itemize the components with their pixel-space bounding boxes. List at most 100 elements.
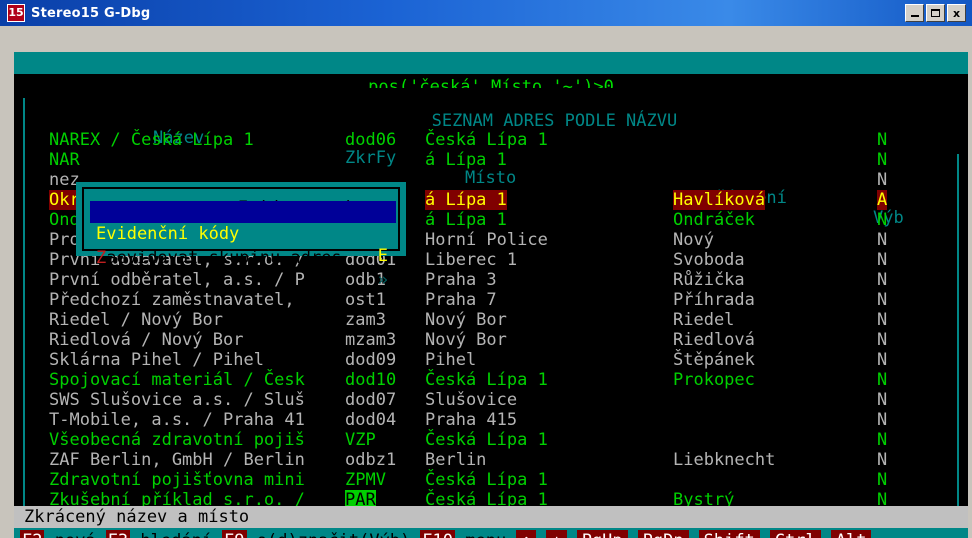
- cell-misto: Nový Bor: [425, 330, 507, 350]
- cell-nazev: Všeobecná zdravotní pojiš: [49, 430, 305, 450]
- key-label: -nová: [44, 531, 95, 538]
- menu-item-zaevidovat-skupinu-adres[interactable]: Zaevidovat skupinu adres »: [90, 225, 396, 290]
- cell-misto: á Lípa 1: [425, 210, 507, 230]
- table-row[interactable]: NAR á Lípa 1 N: [25, 150, 957, 170]
- cell-vyb: A: [877, 190, 888, 210]
- table-row[interactable]: Spojovací materiál / Česk dod10 Česká Lípa…: [25, 370, 957, 390]
- cell-vyb: N: [877, 450, 888, 470]
- table-row[interactable]: T-Mobile, a.s. / Praha 41 dod04 Praha 415 N: [25, 410, 957, 430]
- cell-nazev: NAR: [49, 150, 80, 170]
- cell-nazev: Spojovací materiál / Česk: [49, 370, 305, 390]
- cell-zkrfy: VZP: [345, 430, 376, 450]
- cell-zkrfy: odbz1: [345, 450, 397, 470]
- cell-misto: Praha 3: [425, 270, 497, 290]
- window-controls: x: [905, 4, 966, 22]
- cell-misto: Horní Police: [425, 230, 548, 250]
- cell-zkrfy: dod10: [345, 370, 397, 390]
- window-title: Stereo15 G-Dbg: [31, 5, 151, 21]
- key-badge-PgUp[interactable]: PgUp: [576, 530, 628, 538]
- menu-item-evidencni-kody[interactable]: Evidenční kódy E: [90, 201, 396, 266]
- app-icon: 15: [7, 4, 25, 22]
- table-row[interactable]: NAREX / Česká Lípa 1 dod06 Česká Lípa 1 N: [25, 130, 957, 150]
- cell-vyb: N: [877, 430, 888, 450]
- screen-header: 28 ADRESY - Speciality 07.02.2007: [14, 52, 968, 139]
- cell-prijmeni: Liebknecht: [673, 450, 776, 470]
- cell-nazev: NAREX / Česká Lípa 1: [49, 130, 254, 150]
- table-row[interactable]: SWS Slušovice a.s. / Sluš dod07 Slušovice N: [25, 390, 957, 410]
- menu-item-label: Zaevidovat skupinu adres: [96, 247, 342, 269]
- cell-misto: Liberec 1: [425, 250, 518, 270]
- table-row[interactable]: Zdravotní pojišťovna mini ZPMV Česká Lípa …: [25, 470, 957, 490]
- cell-nazev: Sklárna Pihel / Pihel: [49, 350, 264, 370]
- application-window: 15 Stereo15 G-Dbg x 28 ADRESY - Speciali…: [0, 0, 972, 538]
- cell-misto: Berlin: [425, 450, 487, 470]
- console-frame: 28 ADRESY - Speciality 07.02.2007 pos('č…: [14, 52, 968, 538]
- cell-vyb: N: [877, 470, 888, 490]
- maximize-icon: [931, 9, 940, 17]
- cell-prijmeni: Nový: [673, 230, 714, 250]
- minimize-button[interactable]: [905, 4, 924, 22]
- key-label: -o(d)značit(Výb): [247, 531, 411, 538]
- key-badge: F10: [420, 530, 456, 538]
- key-badge: F2: [20, 530, 45, 538]
- cell-misto: Pihel: [425, 350, 477, 370]
- list-column-headers: Název ZkrFy Místo Příjmení Výb: [25, 108, 957, 228]
- window-titlebar: 15 Stereo15 G-Dbg x: [0, 0, 972, 26]
- key-badge-[interactable]: ↓: [546, 530, 567, 538]
- key-badge-Shift[interactable]: Shift: [698, 530, 760, 538]
- cell-prijmeni: Ondráček: [673, 210, 755, 230]
- cell-zkrfy: dod04: [345, 410, 397, 430]
- cell-zkrfy: ZPMV: [345, 470, 386, 490]
- key-badge-Alt[interactable]: Alt: [830, 530, 872, 538]
- function-key-f9[interactable]: F9-o(d)značit(Výb): [222, 530, 410, 538]
- cell-vyb: N: [877, 250, 888, 270]
- key-badge-[interactable]: ↑: [516, 530, 537, 538]
- close-button[interactable]: x: [947, 4, 966, 22]
- table-row[interactable]: Sklárna Pihel / Pihel dod09 Pihel Štěpánek N: [25, 350, 957, 370]
- cell-vyb: N: [877, 170, 888, 190]
- table-row[interactable]: Všeobecná zdravotní pojiš VZP Česká Lípa 1…: [25, 430, 957, 450]
- cell-misto: á Lípa 1: [425, 190, 507, 210]
- function-key-f3[interactable]: F3-hledání: [105, 530, 212, 538]
- table-row[interactable]: Riedel / Nový Bor zam3 Nový Bor Riedel N: [25, 310, 957, 330]
- cell-nazev: Riedlová / Nový Bor: [49, 330, 244, 350]
- cell-misto: á Lípa 1: [425, 150, 507, 170]
- menu-item-label-rest: aevidovat skupinu adres: [106, 248, 342, 268]
- cell-zkrfy: dod06: [345, 130, 397, 150]
- status-hint-bar: Zkrácený název a místo: [14, 506, 968, 528]
- cell-prijmeni: Příhrada: [673, 290, 755, 310]
- cell-zkrfy: ost1: [345, 290, 386, 310]
- key-badge-Ctrl[interactable]: Ctrl: [769, 530, 821, 538]
- cell-vyb: N: [877, 210, 888, 230]
- console-screen: 28 ADRESY - Speciality 07.02.2007 pos('č…: [14, 52, 968, 538]
- table-row[interactable]: ZAF Berlin, GmbH / Berlin odbz1 Berlin Lieb…: [25, 450, 957, 470]
- minimize-icon: [910, 15, 919, 17]
- cell-prijmeni: Riedlová: [673, 330, 755, 350]
- cell-misto: Česká Lípa 1: [425, 130, 548, 150]
- function-key-f2[interactable]: F2-nová: [20, 530, 96, 538]
- cell-vyb: N: [877, 370, 888, 390]
- maximize-button[interactable]: [926, 4, 945, 22]
- cell-vyb: N: [877, 130, 888, 150]
- key-label: -hledání: [130, 531, 212, 538]
- cell-nazev: T-Mobile, a.s. / Praha 41: [49, 410, 305, 430]
- cell-prijmeni: Růžička: [673, 270, 745, 290]
- cell-vyb: N: [877, 310, 888, 330]
- cell-misto: Česká Lípa 1: [425, 470, 548, 490]
- function-key-f10[interactable]: F10-menu: [420, 530, 506, 538]
- key-badge: F9: [222, 530, 247, 538]
- cell-prijmeni: Prokopec: [673, 370, 755, 390]
- cell-zkrfy: zam3: [345, 310, 386, 330]
- menu-item-accelerator: E: [377, 246, 388, 266]
- cell-nazev: Zdravotní pojišťovna mini: [49, 470, 305, 490]
- cell-misto: Praha 415: [425, 410, 518, 430]
- cell-prijmeni: Štěpánek: [673, 350, 755, 370]
- menu-item-hotkey: Z: [96, 248, 107, 268]
- dialog-border: Evidovat adresy Evidenční kódy E Zaevido…: [82, 187, 400, 290]
- key-badge-PgDn[interactable]: PgDn: [637, 530, 689, 538]
- table-row[interactable]: Riedlová / Nový Bor mzam3 Nový Bor Riedlová…: [25, 330, 957, 350]
- cell-vyb: N: [877, 230, 888, 250]
- cell-prijmeni: Havlíková: [673, 190, 766, 210]
- cell-misto: Nový Bor: [425, 310, 507, 330]
- cell-zkrfy: dod09: [345, 350, 397, 370]
